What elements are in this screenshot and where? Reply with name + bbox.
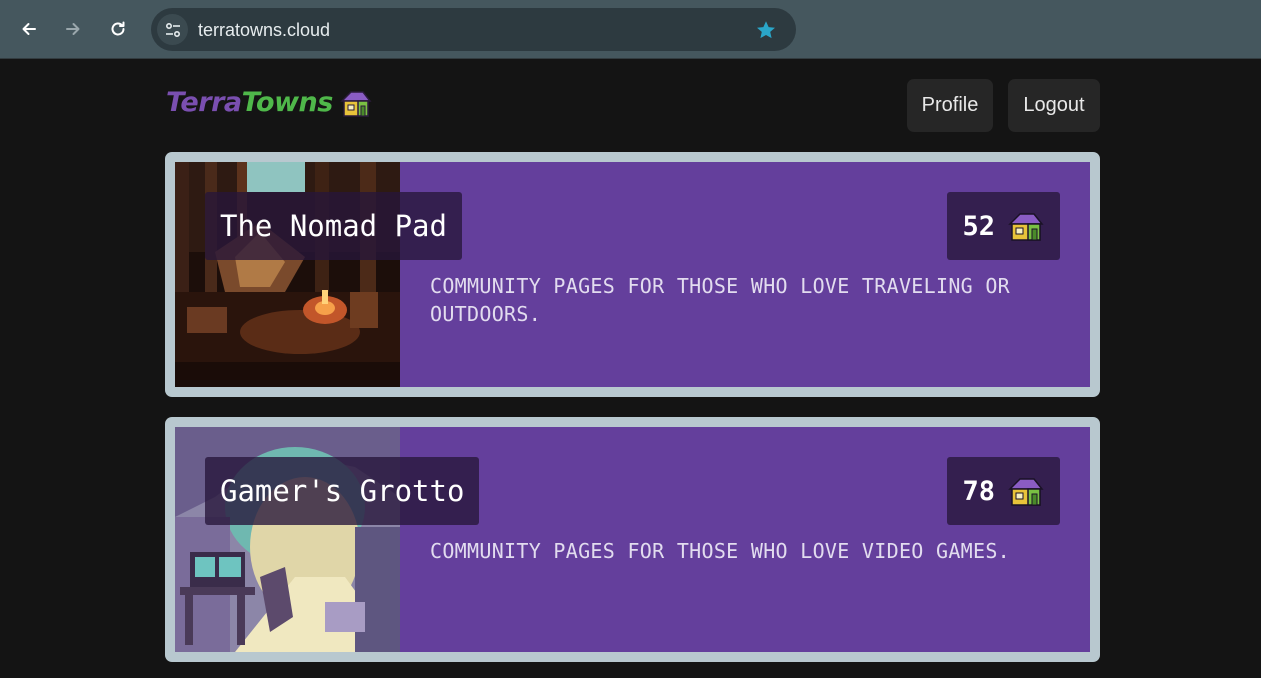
town-card-body: The Nomad Pad 52 COMMUNITY PAGES FOR THO… bbox=[175, 162, 1090, 387]
house-icon bbox=[1008, 478, 1044, 506]
town-description: COMMUNITY PAGES FOR THOSE WHO LOVE TRAVE… bbox=[430, 274, 1011, 326]
town-card[interactable]: The Nomad Pad 52 COMMUNITY PAGES FOR THO… bbox=[165, 152, 1100, 397]
house-icon bbox=[1008, 213, 1044, 241]
back-button[interactable] bbox=[14, 14, 44, 44]
url-text[interactable]: terratowns.cloud bbox=[198, 20, 330, 41]
logo-text-towns: Towns bbox=[241, 87, 334, 118]
town-description: COMMUNITY PAGES FOR THOSE WHO LOVE VIDEO… bbox=[430, 539, 1011, 563]
town-card[interactable]: Gamer's Grotto 78 COMMUNITY PAGES FOR TH… bbox=[165, 417, 1100, 662]
profile-button[interactable]: Profile bbox=[907, 79, 993, 132]
arrow-right-icon bbox=[66, 23, 80, 35]
logout-button[interactable]: Logout bbox=[1008, 79, 1100, 132]
site-info-button[interactable] bbox=[157, 14, 188, 45]
arrow-left-icon bbox=[22, 23, 36, 35]
star-icon bbox=[757, 21, 775, 39]
visit-count-badge: 52 bbox=[947, 192, 1060, 260]
bookmark-button[interactable] bbox=[753, 17, 779, 43]
tune-icon bbox=[165, 22, 180, 37]
visit-count-value: 78 bbox=[962, 475, 995, 507]
forward-button[interactable] bbox=[58, 14, 88, 44]
town-name[interactable]: The Nomad Pad bbox=[205, 192, 462, 260]
visit-count-badge: 78 bbox=[947, 457, 1060, 525]
town-card-body: Gamer's Grotto 78 COMMUNITY PAGES FOR TH… bbox=[175, 427, 1090, 652]
visit-count-value: 52 bbox=[962, 210, 995, 242]
reload-icon bbox=[111, 21, 125, 36]
house-icon bbox=[340, 90, 372, 117]
browser-toolbar: terratowns.cloud bbox=[0, 0, 1261, 59]
reload-button[interactable] bbox=[103, 14, 133, 44]
page-content: Terra Towns Profile Logout The Nomad Pad… bbox=[0, 60, 1261, 678]
town-name[interactable]: Gamer's Grotto bbox=[205, 457, 480, 525]
logo-text-terra: Terra bbox=[166, 87, 242, 118]
site-logo[interactable]: Terra Towns bbox=[166, 87, 373, 118]
address-bar[interactable]: terratowns.cloud bbox=[151, 8, 796, 51]
